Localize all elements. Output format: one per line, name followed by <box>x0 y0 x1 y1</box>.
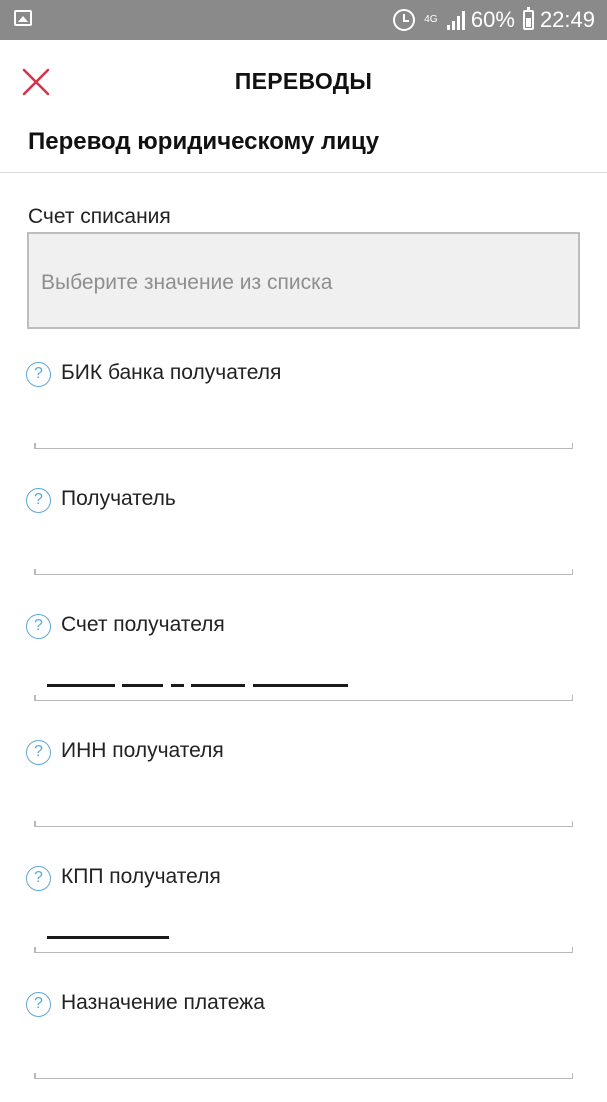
kpp-input[interactable] <box>34 906 573 946</box>
recipient-account-input-underline <box>34 694 573 701</box>
help-icon[interactable]: ? <box>26 866 51 891</box>
account-mask-group <box>122 684 163 687</box>
account-mask-group <box>253 684 348 687</box>
debit-account-label: Счет списания <box>28 205 171 228</box>
help-icon[interactable]: ? <box>26 362 51 387</box>
field-kpp: ? КПП получателя <box>0 865 607 976</box>
status-bar-right: 4G 60% 22:49 <box>392 0 595 40</box>
field-recipient-account: ? Счет получателя <box>0 613 607 724</box>
field-bik: ? БИК банка получателя <box>0 361 607 472</box>
section-title: Перевод юридическому лицу <box>28 128 380 155</box>
status-bar: 4G 60% 22:49 <box>0 0 607 40</box>
inn-input-underline <box>34 820 573 827</box>
alarm-icon <box>392 9 415 31</box>
help-icon[interactable]: ? <box>26 740 51 765</box>
field-recipient-account-label: Счет получателя <box>61 613 225 636</box>
app-bar: ПЕРЕВОДЫ <box>0 40 607 122</box>
field-kpp-label: КПП получателя <box>61 865 221 888</box>
clock: 22:49 <box>539 7 595 32</box>
kpp-input-underline <box>34 946 573 953</box>
field-inn: ? ИНН получателя <box>0 739 607 850</box>
help-icon[interactable]: ? <box>26 614 51 639</box>
account-mask-group <box>171 684 184 687</box>
debit-account-select[interactable]: Выберите значение из списка <box>27 232 580 329</box>
field-recipient: ? Получатель <box>0 487 607 598</box>
recipient-account-input[interactable] <box>34 654 573 694</box>
bik-input[interactable] <box>34 402 573 442</box>
section-divider <box>0 172 607 173</box>
payment-purpose-input-underline <box>34 1072 573 1079</box>
help-icon[interactable]: ? <box>26 488 51 513</box>
recipient-input[interactable] <box>34 528 573 568</box>
network-type: 4G <box>424 14 438 25</box>
kpp-mask <box>47 936 169 939</box>
payment-purpose-input[interactable] <box>34 1032 573 1072</box>
battery-icon <box>522 7 534 30</box>
inn-input[interactable] <box>34 780 573 820</box>
debit-account-placeholder: Выберите значение из списка <box>41 271 333 294</box>
battery-percent: 60% <box>470 7 515 32</box>
field-payment-purpose: ? Назначение платежа <box>0 991 607 1102</box>
recipient-input-underline <box>34 568 573 575</box>
field-bik-label: БИК банка получателя <box>61 361 282 384</box>
gallery-notification-icon <box>14 10 32 26</box>
account-mask-group <box>47 684 115 687</box>
page-title: ПЕРЕВОДЫ <box>234 68 373 94</box>
account-mask-group <box>191 684 245 687</box>
field-payment-purpose-label: Назначение платежа <box>61 991 265 1014</box>
bik-input-underline <box>34 442 573 449</box>
signal-icon <box>446 10 465 30</box>
field-inn-label: ИНН получателя <box>61 739 224 762</box>
help-icon[interactable]: ? <box>26 992 51 1017</box>
field-recipient-label: Получатель <box>61 487 176 510</box>
